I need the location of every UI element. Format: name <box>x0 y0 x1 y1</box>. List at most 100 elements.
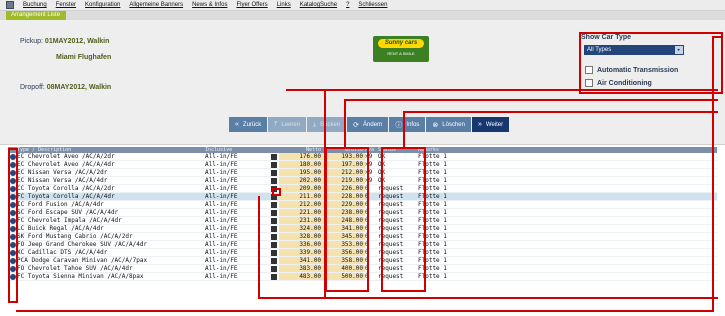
row-desc-text: Ford Fusion /AC/A/4dr <box>27 201 104 208</box>
dropdown-arrow-icon <box>271 178 277 184</box>
sunny-cars-logo: Sunny cars RENT A SMILE <box>373 36 429 62</box>
row-remarks: Flotte 1 <box>418 265 447 272</box>
row-dropdown[interactable] <box>271 201 279 208</box>
row-desc-text: Dodge Caravan Minivan /AC/A/7pax <box>31 257 148 264</box>
dropoff-label: Dropoff: <box>20 84 45 91</box>
infos-button[interactable]: ⓘ Infos <box>389 117 426 132</box>
dropdown-arrow-icon <box>271 258 277 264</box>
menu-item-banners[interactable]: Allgemeine Banners <box>129 2 183 8</box>
row-dropdown[interactable] <box>271 241 279 248</box>
annotation-stem-dropdown <box>258 196 260 299</box>
row-inclusive: All-in/FE <box>205 201 238 208</box>
dropdown-arrow-icon <box>271 250 277 256</box>
logo-tagline: RENT A SMILE <box>387 51 415 56</box>
row-code: FC <box>17 273 25 280</box>
logo-brand: Sunny cars <box>378 39 424 48</box>
menu-bar: Buchung Fenster Konfiguration Allgemeine… <box>0 0 725 11</box>
row-desc-text: Chevrolet Aveo /AC/A/4dr <box>27 161 115 168</box>
pickup-location: Miami Flughafen <box>56 54 112 61</box>
row-inclusive: All-in/FE <box>205 249 238 256</box>
dropdown-arrow-icon <box>271 154 277 160</box>
row-dropdown[interactable] <box>271 161 279 168</box>
row-dropdown[interactable] <box>271 257 279 264</box>
row-desc-text: Buick Regal /AC/A/4dr <box>27 225 104 232</box>
dropoff-date: 08MAY2012, Walkin <box>46 84 112 91</box>
pickup-row: Pickup: 01MAY2012, Walkin <box>20 38 109 45</box>
row-inclusive: All-in/FE <box>205 241 238 248</box>
row-description: FO Chevrolet Tahoe SUV /AC/A/4dr <box>17 265 205 272</box>
row-description: CC Toyota Corolla /AC/A/2dr <box>17 185 205 192</box>
menu-item-flyer[interactable]: Flyer Offers <box>236 2 267 8</box>
dropdown-arrow-icon <box>271 202 277 208</box>
row-dropdown[interactable] <box>271 153 279 160</box>
row-code: EC <box>17 161 25 168</box>
row-dropdown[interactable] <box>271 249 279 256</box>
row-description: EC Nissan Versa /AC/A/2dr <box>17 169 205 176</box>
row-remarks: Flotte 1 <box>418 241 447 248</box>
row-dropdown[interactable] <box>271 273 279 280</box>
row-dropdown[interactable] <box>271 169 279 176</box>
menu-item-schliessen[interactable]: Schliessen <box>358 2 387 8</box>
row-code: LC <box>17 225 25 232</box>
zurueck-button[interactable]: «Zurück <box>229 117 268 132</box>
menu-item-katalog[interactable]: KatalogSuche <box>300 2 337 8</box>
row-desc-text: Nissan Versa /AC/A/2dr <box>27 169 108 176</box>
pickup-date: 01MAY2012, Walkin <box>44 38 110 45</box>
row-code: PCA <box>17 257 28 264</box>
row-desc-text: Chevrolet Impala /AC/A/4dr <box>27 217 122 224</box>
annotation-bracket-netto <box>286 89 326 299</box>
loeschen-button[interactable]: ⊗ Löschen <box>426 117 471 132</box>
row-description: FO Jeep Grand Cherokee SUV /AC/A/4dr <box>17 241 205 248</box>
dropdown-arrow-icon <box>271 226 277 232</box>
menu-item-buchung[interactable]: Buchung <box>23 2 47 8</box>
row-dropdown[interactable] <box>271 217 279 224</box>
aendern-button[interactable]: ⟳ Ändern <box>347 117 389 132</box>
menu-item-news[interactable]: News & Infos <box>192 2 227 8</box>
row-code: XC <box>17 249 25 256</box>
row-inclusive: All-in/FE <box>205 209 238 216</box>
row-remarks: Flotte 1 <box>418 169 447 176</box>
row-inclusive: All-in/FE <box>205 153 238 160</box>
annotation-box-dropdown <box>272 188 281 196</box>
tab-arrangement-liste[interactable]: Arrangement Liste <box>6 11 66 20</box>
row-code: SC <box>17 209 25 216</box>
menu-item-fenster[interactable]: Fenster <box>56 2 76 8</box>
row-description: EC Chevrolet Aveo /AC/A/4dr <box>17 161 205 168</box>
annotation-box-brutto <box>325 147 369 292</box>
row-desc-text: Nissan Versa /AC/A/4dr <box>27 177 108 184</box>
annotation-line-bottom <box>16 310 714 312</box>
row-remarks: Flotte 1 <box>418 185 447 192</box>
row-desc-text: Cadillac DTS /AC/A/4dr <box>27 249 108 256</box>
row-remarks: Flotte 1 <box>418 249 447 256</box>
row-desc-text: Jeep Grand Cherokee SUV /AC/A/4dr <box>27 241 148 248</box>
row-inclusive: All-in/FE <box>205 257 238 264</box>
row-inclusive: All-in/FE <box>205 265 238 272</box>
row-desc-text: Chevrolet Aveo /AC/A/2dr <box>27 153 115 160</box>
weiter-button[interactable]: » Weiter <box>471 117 510 132</box>
annotation-line-brutto <box>344 99 718 101</box>
row-inclusive: All-in/FE <box>205 169 238 176</box>
menu-item-konfiguration[interactable]: Konfiguration <box>85 2 120 8</box>
row-code: FC <box>17 193 25 200</box>
row-dropdown[interactable] <box>271 265 279 272</box>
row-inclusive: All-in/FE <box>205 185 238 192</box>
row-inclusive: All-in/FE <box>205 177 238 184</box>
menu-item-links[interactable]: Links <box>277 2 291 8</box>
row-dropdown[interactable] <box>271 177 279 184</box>
row-description: FC Chevrolet Impala /AC/A/4dr <box>17 217 205 224</box>
menu-item-help[interactable]: ? <box>346 2 349 8</box>
row-inclusive: All-in/FE <box>205 233 238 240</box>
row-remarks: Flotte 1 <box>418 161 447 168</box>
row-inclusive: All-in/FE <box>205 193 238 200</box>
row-dropdown[interactable] <box>271 209 279 216</box>
tab-bar: Arrangement Liste <box>0 11 725 20</box>
row-desc-text: Chevrolet Tahoe SUV /AC/A/4dr <box>27 265 133 272</box>
row-description: EC Nissan Versa /AC/A/4dr <box>17 177 205 184</box>
row-code: EC <box>17 177 25 184</box>
row-code: FO <box>17 241 25 248</box>
row-description: XC Cadillac DTS /AC/A/4dr <box>17 249 205 256</box>
row-inclusive: All-in/FE <box>205 217 238 224</box>
row-dropdown[interactable] <box>271 233 279 240</box>
row-dropdown[interactable] <box>271 225 279 232</box>
row-description: PCA Dodge Caravan Minivan /AC/A/7pax <box>17 257 205 264</box>
